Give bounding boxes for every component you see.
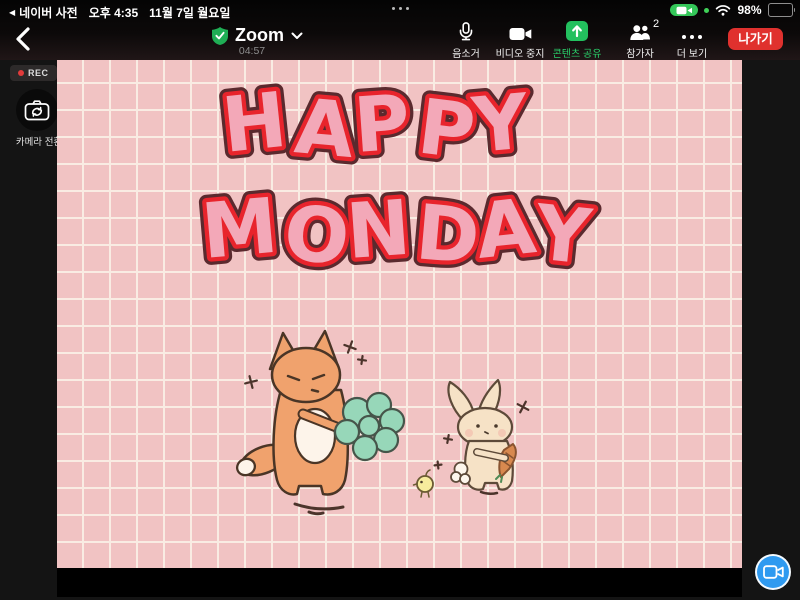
- status-bar: ◀ 네이버 사전 오후 4:35 11월 7일 월요일 98%: [0, 0, 800, 22]
- status-bar-right: 98%: [670, 3, 795, 17]
- leave-meeting-button[interactable]: 나가기: [728, 28, 783, 50]
- multitask-dots-icon[interactable]: [392, 7, 409, 10]
- greeting-line2: MONDAY: [198, 181, 597, 283]
- battery-percent: 98%: [737, 3, 761, 17]
- return-to-app[interactable]: ◀ 네이버 사전: [9, 4, 78, 21]
- status-bar-left: ◀ 네이버 사전 오후 4:35 11월 7일 월요일: [9, 4, 230, 21]
- camera-in-use-pill-icon: [670, 4, 698, 16]
- video-camera-outline-icon: [763, 565, 784, 579]
- camera-switch-button[interactable]: [16, 89, 58, 131]
- greeting-line1: HAPPY: [218, 74, 536, 177]
- security-shield-icon: [212, 27, 228, 45]
- share-content-button[interactable]: 콘텐츠 공유: [541, 22, 613, 60]
- camera-flip-icon: [24, 99, 50, 121]
- battery-icon: [768, 3, 796, 17]
- recording-dot-icon: [18, 70, 24, 76]
- camera-glyph-icon: [676, 6, 693, 15]
- zoom-meeting-screen: ◀ 네이버 사전 오후 4:35 11월 7일 월요일 98%: [0, 0, 800, 600]
- recording-badge: REC: [10, 65, 57, 81]
- rabbit-character: [448, 380, 515, 494]
- chick-character: [414, 470, 434, 497]
- return-app-name: 네이버 사전: [19, 4, 78, 21]
- more-button[interactable]: 더 보기: [656, 22, 728, 60]
- back-button[interactable]: [9, 23, 37, 55]
- status-time: 오후 4:35: [89, 4, 138, 21]
- happy-monday-artwork: HAPPY HAPPY MONDAY MONDAY: [57, 60, 742, 568]
- illustration: HAPPY HAPPY MONDAY MONDAY: [57, 60, 742, 568]
- return-to-app-icon: ◀: [9, 8, 15, 17]
- fox-character: [235, 331, 349, 514]
- self-video-button[interactable]: [755, 554, 791, 590]
- shared-screen-video[interactable]: HAPPY HAPPY MONDAY MONDAY: [57, 60, 742, 597]
- meeting-title[interactable]: Zoom: [212, 25, 303, 46]
- wifi-icon: [715, 4, 731, 16]
- chevron-down-icon: [291, 32, 303, 40]
- ellipsis-icon: [656, 22, 728, 41]
- share-up-arrow-icon: [541, 22, 613, 41]
- recording-label: REC: [28, 68, 49, 78]
- chevron-left-icon: [14, 26, 32, 52]
- more-label: 더 보기: [656, 45, 728, 60]
- app-title: Zoom: [235, 25, 284, 46]
- share-content-label: 콘텐츠 공유: [541, 45, 613, 60]
- privacy-indicator-dot-icon: [704, 8, 709, 13]
- meeting-timer: 04:57: [212, 45, 292, 57]
- status-date: 11월 7일 월요일: [149, 4, 230, 21]
